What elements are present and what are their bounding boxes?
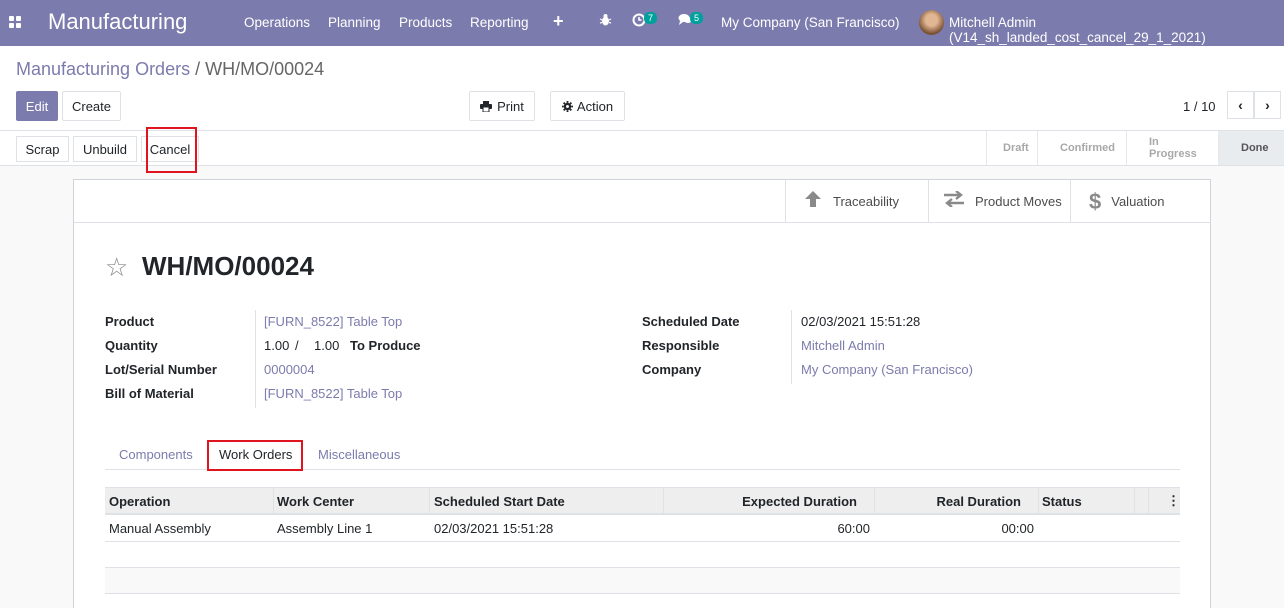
stage-in-progress[interactable]: In Progress — [1126, 131, 1218, 165]
scheduled-date-value: 02/03/2021 15:51:28 — [801, 314, 921, 329]
col-scheduled-start[interactable]: Scheduled Start Date — [434, 494, 565, 509]
user-avatar[interactable] — [919, 10, 944, 35]
company-label: Company — [642, 362, 702, 377]
valuation-button[interactable]: $ Valuation — [1070, 180, 1210, 223]
tab-components[interactable]: Components — [119, 447, 193, 462]
col-expected-duration[interactable]: Expected Duration — [742, 494, 857, 509]
user-menu[interactable]: Mitchell Admin (V14_sh_landed_cost_cance… — [949, 15, 1284, 45]
quantity-separator: / — [295, 338, 299, 353]
row-expected-duration: 60:00 — [837, 521, 870, 536]
print-label: Print — [497, 98, 524, 114]
top-navbar: Manufacturing Operations Planning Produc… — [0, 0, 1284, 46]
create-button[interactable]: Create — [62, 91, 121, 121]
column-options-icon[interactable]: ⋮ — [1167, 493, 1180, 509]
product-value[interactable]: [FURN_8522] Table Top — [264, 314, 402, 329]
company-switcher[interactable]: My Company (San Francisco) — [721, 15, 900, 30]
row-scheduled-start: 02/03/2021 15:51:28 — [434, 521, 554, 536]
app-grid-icon[interactable] — [9, 16, 23, 30]
arrow-up-icon — [803, 190, 823, 214]
row-divider — [105, 567, 1180, 568]
menu-products[interactable]: Products — [399, 15, 452, 30]
pager-previous-icon[interactable]: ‹ — [1227, 91, 1254, 119]
col-divider — [1134, 488, 1135, 514]
app-brand[interactable]: Manufacturing — [48, 9, 187, 35]
menu-planning[interactable]: Planning — [328, 15, 381, 30]
activity-count-badge: 7 — [644, 12, 658, 24]
print-icon — [480, 100, 493, 112]
col-work-center[interactable]: Work Center — [277, 494, 354, 509]
stage-draft[interactable]: Draft — [986, 131, 1037, 165]
valuation-label: Valuation — [1111, 194, 1165, 209]
company-value[interactable]: My Company (San Francisco) — [801, 362, 973, 377]
form-sheet: Traceability Product Moves $ Valuation ☆… — [73, 179, 1211, 608]
col-status[interactable]: Status — [1042, 494, 1082, 509]
quantity-label: Quantity — [105, 338, 158, 353]
stage-confirmed[interactable]: Confirmed — [1037, 131, 1126, 165]
gear-icon — [561, 100, 573, 112]
breadcrumb-parent[interactable]: Manufacturing Orders — [16, 59, 190, 79]
scheduled-date-label: Scheduled Date — [642, 314, 740, 329]
quantity-target: 1.00 — [314, 338, 340, 353]
traceability-button[interactable]: Traceability — [785, 180, 928, 223]
highlight-box — [207, 440, 303, 471]
menu-operations[interactable]: Operations — [244, 15, 310, 30]
unbuild-button[interactable]: Unbuild — [73, 136, 137, 162]
exchange-icon — [943, 190, 965, 213]
breadcrumb-separator: / — [195, 59, 201, 79]
bom-value[interactable]: [FURN_8522] Table Top — [264, 386, 402, 401]
responsible-label: Responsible — [642, 338, 720, 353]
lot-serial-label: Lot/Serial Number — [105, 362, 217, 377]
stage-pipeline: Draft Confirmed In Progress Done — [986, 131, 1284, 165]
row-work-center: Assembly Line 1 — [277, 521, 373, 536]
bug-icon[interactable] — [599, 13, 612, 30]
menu-reporting[interactable]: Reporting — [470, 15, 529, 30]
responsible-value[interactable]: Mitchell Admin — [801, 338, 885, 353]
col-operation[interactable]: Operation — [109, 494, 170, 509]
row-real-duration: 00:00 — [1001, 521, 1034, 536]
row-divider — [105, 593, 1180, 594]
edit-button[interactable]: Edit — [16, 91, 58, 121]
lot-serial-value[interactable]: 0000004 — [264, 362, 315, 377]
control-panel: Manufacturing Orders / WH/MO/00024 Edit … — [0, 46, 1284, 131]
product-moves-button[interactable]: Product Moves — [928, 180, 1070, 223]
col-divider — [273, 488, 274, 514]
to-produce-label: To Produce — [350, 338, 421, 353]
work-orders-header: Operation Work Center Scheduled Start Da… — [105, 487, 1180, 515]
product-moves-label: Product Moves — [975, 194, 1062, 209]
print-button[interactable]: Print — [469, 91, 535, 121]
highlight-box — [146, 127, 197, 173]
traceability-label: Traceability — [833, 194, 899, 209]
col-divider — [429, 488, 430, 514]
action-label: Action — [576, 98, 614, 114]
row-divider — [105, 541, 1180, 542]
col-divider — [663, 488, 664, 514]
action-button[interactable]: Action — [550, 91, 625, 121]
bom-label: Bill of Material — [105, 386, 194, 401]
breadcrumb: Manufacturing Orders / WH/MO/00024 — [16, 59, 324, 80]
smart-button-bar: Traceability Product Moves $ Valuation — [74, 180, 1210, 223]
pager-value[interactable]: 1 / 10 — [1183, 99, 1216, 114]
scrap-button[interactable]: Scrap — [16, 136, 69, 162]
tab-miscellaneous[interactable]: Miscellaneous — [318, 447, 400, 462]
breadcrumb-current: WH/MO/00024 — [205, 59, 325, 79]
star-icon[interactable]: ☆ — [105, 252, 128, 283]
product-label: Product — [105, 314, 155, 329]
plus-icon[interactable]: + — [553, 11, 564, 32]
row-operation: Manual Assembly — [109, 521, 211, 536]
field-divider — [791, 310, 792, 384]
record-title: WH/MO/00024 — [142, 251, 314, 281]
col-real-duration[interactable]: Real Duration — [936, 494, 1021, 509]
field-divider — [255, 310, 256, 408]
dollar-icon: $ — [1089, 188, 1102, 214]
empty-row — [105, 567, 1180, 593]
col-divider — [1148, 488, 1149, 514]
quantity-produced: 1.00 — [264, 338, 290, 353]
stage-done: Done — [1218, 131, 1284, 165]
messages-count-badge: 5 — [690, 12, 704, 24]
pager-next-icon[interactable]: › — [1254, 91, 1281, 119]
col-divider — [874, 488, 875, 514]
col-divider — [1038, 488, 1039, 514]
